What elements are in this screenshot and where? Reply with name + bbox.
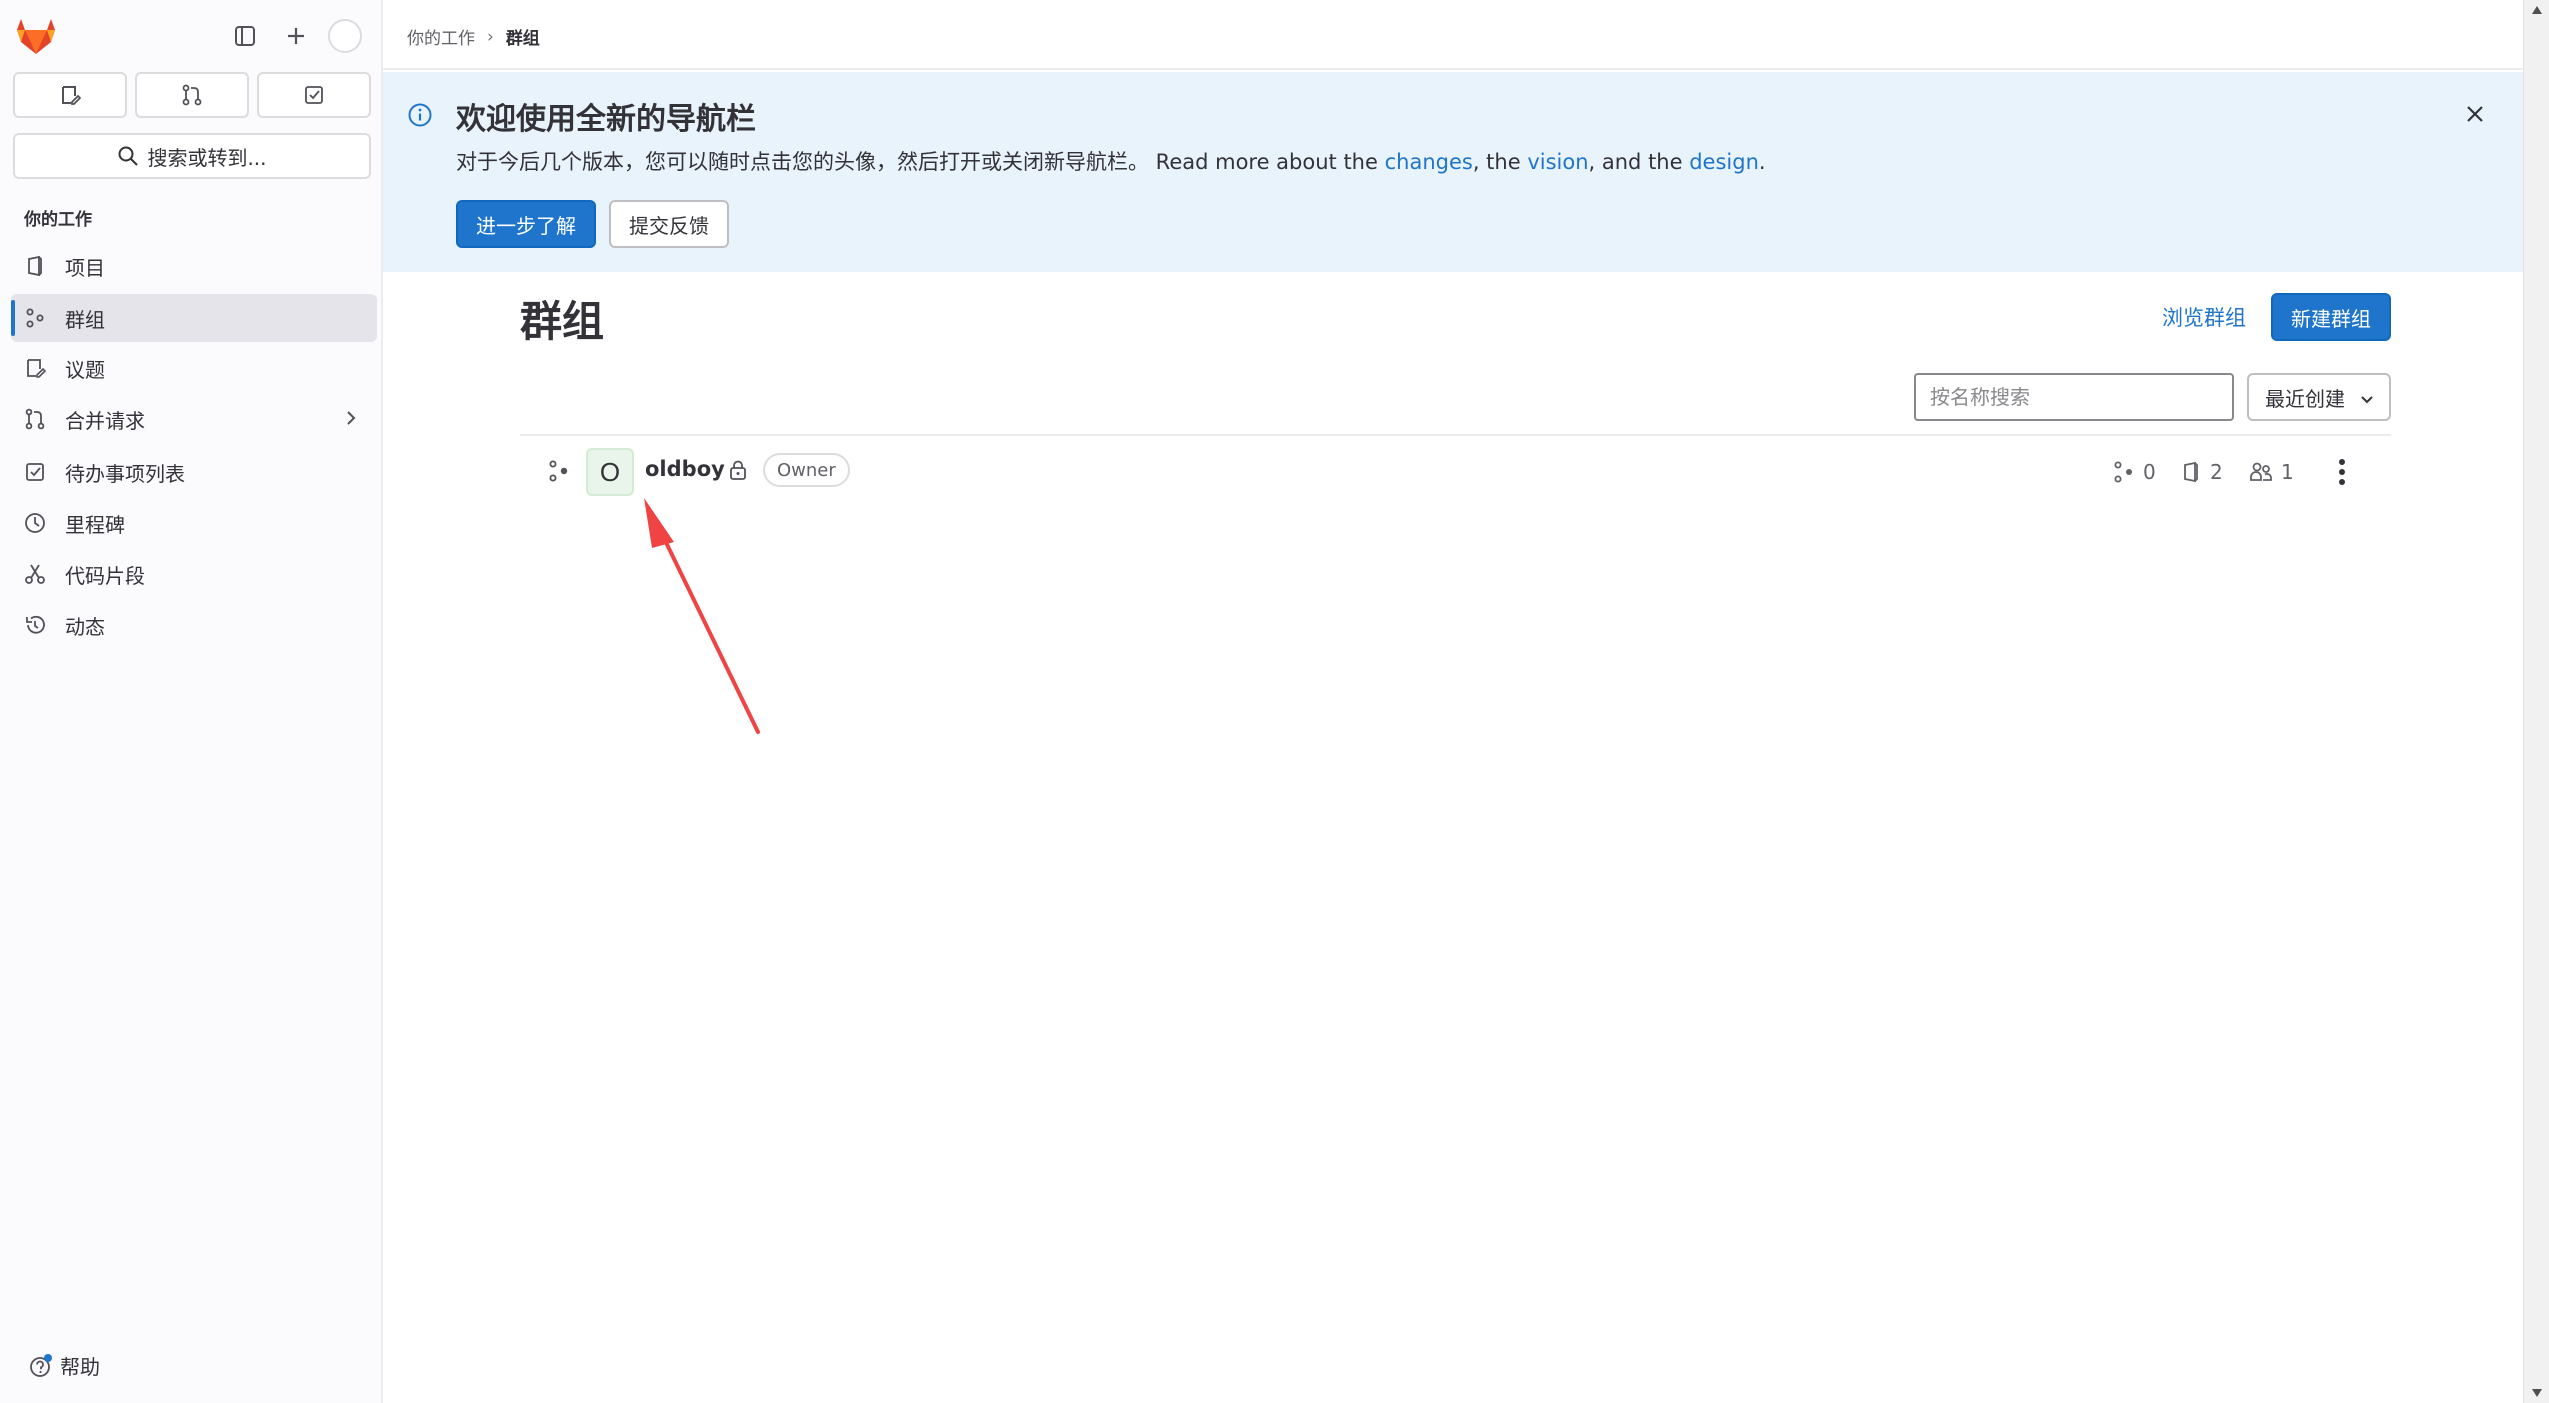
projects-count-value: 2: [2210, 460, 2223, 484]
activity-icon: [23, 613, 47, 637]
top-bar: 你的工作 › 群组: [383, 0, 2523, 70]
sidebar-item-milestones[interactable]: 里程碑: [11, 499, 377, 547]
merge-request-icon: [23, 407, 47, 431]
submit-feedback-button[interactable]: 提交反馈: [609, 200, 729, 248]
issues-quick-button[interactable]: [13, 72, 127, 118]
user-avatar[interactable]: [328, 19, 362, 53]
design-link[interactable]: design: [1689, 150, 1759, 174]
banner-title: 欢迎使用全新的导航栏: [456, 102, 756, 137]
projects-count[interactable]: 2: [2180, 460, 2223, 484]
merge-requests-quick-button[interactable]: [135, 72, 249, 118]
merge-request-icon: [182, 84, 202, 106]
more-actions-icon[interactable]: [2328, 450, 2356, 494]
sidebar-item-label: 群组: [65, 307, 105, 332]
users-icon: [2250, 462, 2272, 481]
scroll-down-arrow-icon[interactable]: [2532, 1389, 2542, 1397]
lock-icon: [727, 459, 749, 481]
explore-groups-link[interactable]: 浏览群组: [2162, 302, 2246, 332]
group-icon: [23, 306, 47, 330]
chevron-right-icon: [341, 407, 361, 429]
banner-text-prefix: 对于今后几个版本，您可以随时点击您的头像，然后打开或关闭新导航栏。 Read m…: [456, 150, 1385, 174]
section-title-your-work: 你的工作: [24, 210, 92, 230]
gitlab-logo-icon[interactable]: [15, 16, 57, 56]
banner-text-end: .: [1758, 150, 1766, 174]
group-row: O oldboy Owner 0 2 1: [520, 436, 2391, 508]
issues-icon: [62, 86, 81, 105]
help-label: 帮助: [60, 1355, 100, 1379]
snippet-icon: [23, 562, 47, 586]
sidebar-item-projects[interactable]: 项目: [11, 242, 377, 290]
sidebar-item-merge-requests[interactable]: 合并请求: [11, 395, 377, 443]
milestone-icon: [23, 511, 47, 535]
search-icon: [118, 146, 139, 166]
vision-link[interactable]: vision: [1527, 150, 1588, 174]
scroll-up-arrow-icon[interactable]: [2532, 6, 2542, 14]
banner-text-mid1: , the: [1472, 150, 1528, 174]
subgroups-count-value: 0: [2143, 460, 2156, 484]
scrollbar[interactable]: [2523, 0, 2549, 1403]
sidebar-item-label: 项目: [65, 255, 105, 280]
new-group-button[interactable]: 新建群组: [2271, 293, 2391, 341]
breadcrumb-separator: ›: [487, 26, 494, 47]
role-badge: Owner: [763, 453, 850, 487]
sidebar-item-groups[interactable]: 群组: [11, 294, 377, 342]
members-count[interactable]: 1: [2249, 460, 2294, 484]
project-icon: [2184, 461, 2198, 483]
annotation-arrow: [644, 498, 760, 734]
group-name-link[interactable]: oldboy: [645, 457, 725, 481]
chevron-down-icon: [2359, 391, 2375, 407]
sidebar-item-activity[interactable]: 动态: [11, 601, 377, 649]
todo-icon: [23, 460, 47, 484]
page-title: 群组: [520, 297, 605, 346]
group-avatar[interactable]: O: [586, 448, 634, 496]
subgroup-icon: [548, 460, 570, 482]
sidebar-item-snippets[interactable]: 代码片段: [11, 550, 377, 598]
subgroups-count[interactable]: 0: [2113, 460, 2156, 484]
sidebar: 搜索或转到... 你的工作 项目 群组 议题 合并请求 待办事项列表 里程碑 代…: [0, 0, 383, 1403]
todos-quick-button[interactable]: [257, 72, 371, 118]
sidebar-item-label: 动态: [65, 614, 105, 639]
sidebar-item-label: 合并请求: [65, 408, 145, 433]
sidebar-item-label: 里程碑: [65, 512, 125, 537]
toggle-sidebar-icon[interactable]: [227, 18, 263, 54]
banner-text-mid2: , and the: [1588, 150, 1690, 174]
banner-text: 对于今后几个版本，您可以随时点击您的头像，然后打开或关闭新导航栏。 Read m…: [456, 146, 1766, 176]
sidebar-item-todos[interactable]: 待办事项列表: [11, 448, 377, 496]
sidebar-item-label: 议题: [65, 357, 105, 382]
new-navigation-banner: 欢迎使用全新的导航栏 对于今后几个版本，您可以随时点击您的头像，然后打开或关闭新…: [383, 72, 2523, 272]
sidebar-item-label: 代码片段: [65, 563, 145, 588]
project-icon: [23, 254, 47, 278]
breadcrumb-current[interactable]: 群组: [506, 24, 540, 49]
issues-icon: [23, 356, 47, 380]
sidebar-item-issues[interactable]: 议题: [11, 344, 377, 392]
help-icon: [30, 1353, 52, 1377]
changes-link[interactable]: changes: [1385, 150, 1473, 174]
close-icon[interactable]: [2457, 96, 2493, 132]
todo-icon: [305, 86, 323, 104]
sort-dropdown[interactable]: 最近创建: [2247, 373, 2391, 421]
breadcrumb: 你的工作 › 群组: [407, 24, 540, 50]
help-button[interactable]: 帮助: [28, 1351, 100, 1380]
breadcrumb-your-work[interactable]: 你的工作: [407, 24, 475, 49]
search-button-label: 搜索或转到...: [147, 145, 267, 170]
search-input[interactable]: [1914, 373, 2234, 421]
info-icon: [407, 102, 433, 128]
plus-icon[interactable]: [278, 18, 314, 54]
learn-more-button[interactable]: 进一步了解: [456, 200, 596, 248]
sort-dropdown-label: 最近创建: [2265, 386, 2345, 411]
subgroup-icon: [2114, 461, 2132, 483]
sidebar-item-label: 待办事项列表: [65, 461, 185, 486]
search-button[interactable]: 搜索或转到...: [13, 133, 371, 179]
members-count-value: 1: [2281, 460, 2294, 484]
